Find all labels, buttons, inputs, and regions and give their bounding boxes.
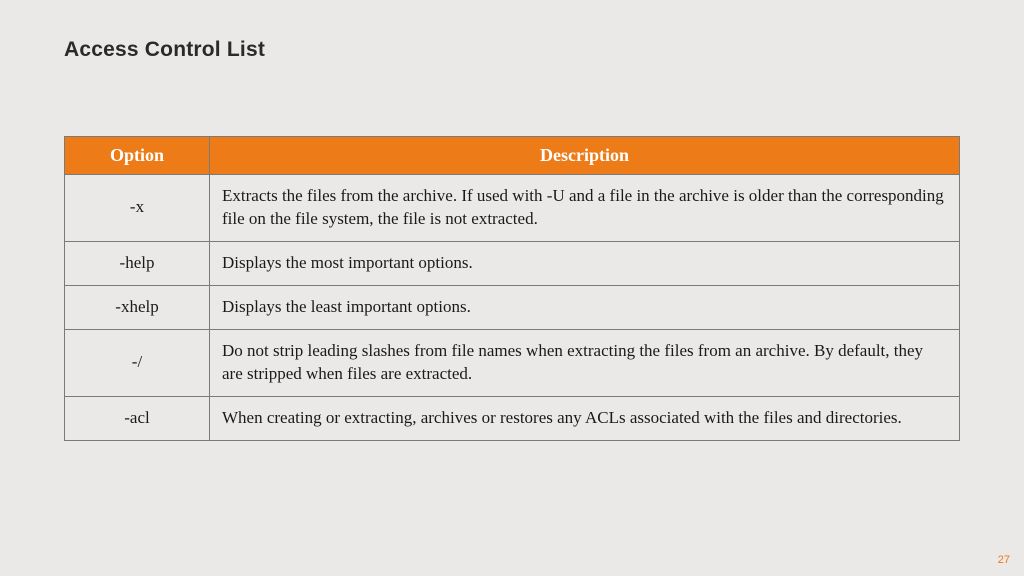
option-cell: -x <box>65 175 210 242</box>
table-row: -xhelp Displays the least important opti… <box>65 285 960 329</box>
option-cell: -/ <box>65 329 210 396</box>
page-number: 27 <box>998 554 1010 566</box>
option-cell: -xhelp <box>65 285 210 329</box>
table-header-row: Option Description <box>65 137 960 175</box>
table-row: -acl When creating or extracting, archiv… <box>65 396 960 440</box>
description-cell: Do not strip leading slashes from file n… <box>210 329 960 396</box>
header-option: Option <box>65 137 210 175</box>
description-cell: When creating or extracting, archives or… <box>210 396 960 440</box>
option-cell: -help <box>65 241 210 285</box>
description-cell: Displays the most important options. <box>210 241 960 285</box>
table-row: -help Displays the most important option… <box>65 241 960 285</box>
table-row: -/ Do not strip leading slashes from fil… <box>65 329 960 396</box>
page-title: Access Control List <box>64 38 265 62</box>
header-description: Description <box>210 137 960 175</box>
options-table: Option Description -x Extracts the files… <box>64 136 960 441</box>
description-cell: Displays the least important options. <box>210 285 960 329</box>
description-cell: Extracts the files from the archive. If … <box>210 175 960 242</box>
option-cell: -acl <box>65 396 210 440</box>
table-row: -x Extracts the files from the archive. … <box>65 175 960 242</box>
options-table-container: Option Description -x Extracts the files… <box>64 136 960 441</box>
